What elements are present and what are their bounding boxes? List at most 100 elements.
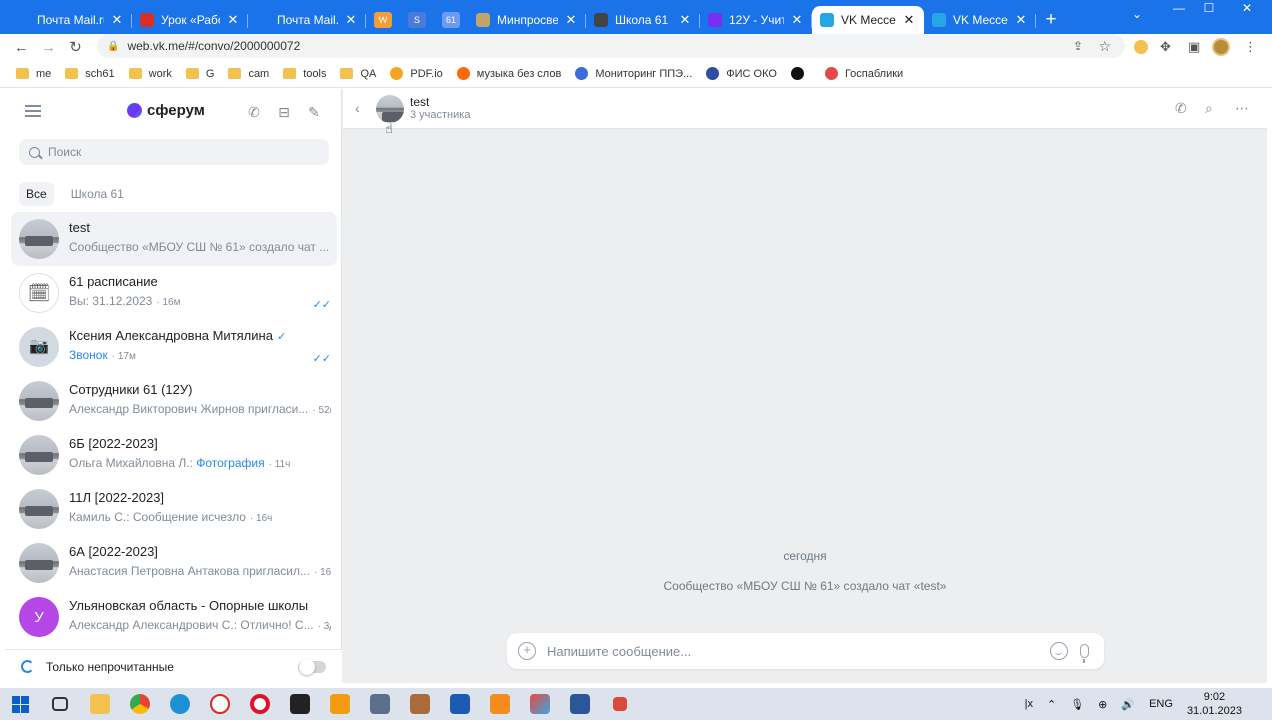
new-tab-button[interactable]: + [1036, 6, 1066, 34]
task-view-icon[interactable] [40, 688, 80, 720]
url-bar[interactable]: 🔒 web.vk.me/#/convo/2000000072 ⇪ ☆ [97, 34, 1125, 58]
close-tab-icon[interactable]: ✕ [902, 12, 916, 28]
call-icon[interactable]: ✆ [1175, 100, 1187, 117]
chat-item[interactable]: 📷 Ксения Александровна Митялина ✓ Звонок · 1… [11, 320, 337, 374]
chat-name-text: 61 расписание [69, 274, 158, 289]
tab-6[interactable]: Минпросвещ ✕ [468, 6, 586, 34]
bookmark-2[interactable]: work [128, 68, 172, 80]
tab-2[interactable]: Почта Mail.ru ✕ [248, 6, 366, 34]
message-input[interactable] [547, 636, 1050, 666]
add-call-icon[interactable]: ✆ [245, 103, 263, 121]
clock[interactable]: 9:02 31.01.2023 [1187, 690, 1242, 718]
conversation-avatar[interactable] [376, 95, 404, 123]
browser-menu-icon[interactable]: ⋮ [1244, 34, 1257, 60]
chat-item[interactable]: 11Л [2022-2023] Камиль С.: Сообщение исче… [11, 482, 337, 536]
tab-0[interactable]: Почта Mail.ru ✕ [8, 6, 132, 34]
side-panel-icon[interactable]: ▣ [1188, 34, 1200, 60]
emoji-icon[interactable] [1050, 642, 1068, 660]
language-indicator[interactable]: ENG [1149, 698, 1173, 710]
bookmark-6[interactable]: QA [340, 68, 376, 80]
reload-icon[interactable]: ↻ [62, 38, 89, 56]
maximize-button[interactable]: ☐ [1192, 0, 1226, 16]
search-icon[interactable]: ⌕ [1205, 100, 1213, 117]
network-icon[interactable]: ⊕ [1098, 698, 1107, 711]
conversation-title[interactable]: test [410, 95, 429, 109]
close-tab-icon[interactable]: ✕ [226, 12, 240, 28]
extension-badge-icon[interactable] [1134, 34, 1148, 60]
bookmark-5[interactable]: tools [283, 68, 326, 80]
tab-5[interactable]: 61 [434, 6, 468, 34]
tab-4[interactable]: S [400, 6, 434, 34]
bookmark-0[interactable]: me [16, 68, 51, 80]
edge-icon[interactable] [160, 688, 200, 720]
microphone-tray-icon[interactable]: 🎙 [1070, 698, 1084, 711]
tab-10[interactable]: VK Мессендж ✕ [924, 6, 1036, 34]
chrome-icon[interactable] [120, 688, 160, 720]
close-tab-icon[interactable]: ✕ [790, 12, 804, 28]
back-chevron-icon[interactable]: ‹ [355, 100, 360, 116]
volume-icon[interactable]: 🔊 [1121, 698, 1135, 711]
tab-search-icon[interactable]: ⌄ [1120, 6, 1154, 22]
more-icon[interactable]: ⋯ [1235, 100, 1249, 117]
tray-chevron-icon[interactable]: ⌃ [1047, 698, 1056, 711]
tool-icon[interactable] [400, 688, 440, 720]
bookmark-9[interactable]: Мониторинг ППЭ... [575, 67, 692, 80]
bookmark-12[interactable]: Госпаблики [824, 67, 903, 80]
close-tab-icon[interactable]: ✕ [110, 12, 124, 28]
back-icon[interactable]: ← [8, 39, 35, 56]
hamburger-menu-icon[interactable] [25, 105, 41, 117]
search-input[interactable]: Поиск [19, 139, 329, 165]
app-colorful-icon[interactable] [520, 688, 560, 720]
bookmark-10[interactable]: ФИС ОКО [706, 67, 777, 80]
share-icon[interactable]: ⇪ [1073, 39, 1083, 53]
bookmark-3[interactable]: G [185, 68, 214, 80]
chat-item[interactable]: test Сообщество «МБОУ СШ № 61» создало ча… [11, 212, 337, 266]
tab-9[interactable]: VK Мессендж ✕ [812, 6, 924, 34]
close-window-button[interactable]: ✕ [1230, 0, 1264, 16]
filter-school-61[interactable]: Школа 61 [64, 182, 131, 206]
close-tab-icon[interactable]: ✕ [564, 12, 578, 28]
attach-plus-icon[interactable]: + [518, 642, 536, 660]
terminal-icon[interactable] [280, 688, 320, 720]
chat-item[interactable]: 🗓 61 расписание Вы: 31.12.2023 · 16м ✓✓ [11, 266, 337, 320]
app-red-icon[interactable] [600, 688, 640, 720]
close-tab-icon[interactable]: ✕ [1014, 12, 1028, 28]
bookmark-11[interactable] [790, 67, 811, 80]
extensions-puzzle-icon[interactable]: ✥ [1160, 34, 1171, 60]
chat-item[interactable]: 6А [2022-2023] Анастасия Петровна Антаков… [11, 536, 337, 590]
bookmark-8[interactable]: музыка без слов [456, 67, 561, 80]
calculator-icon[interactable] [360, 688, 400, 720]
profile-avatar[interactable] [1212, 34, 1230, 60]
chat-item[interactable]: 6Б [2022-2023] Ольга Михайловна Л.: Фотог… [11, 428, 337, 482]
chat-item[interactable]: Сотрудники 61 (12У) Александр Викторович … [11, 374, 337, 428]
participants-count[interactable]: 3 участника [410, 109, 470, 121]
bookmark-7[interactable]: PDF.io [390, 67, 443, 80]
unread-only-row[interactable]: Только непрочитанные [5, 649, 342, 683]
tab-8[interactable]: 12У - Учител ✕ [700, 6, 812, 34]
bookmark-4[interactable]: cam [228, 68, 269, 80]
app-blue-icon[interactable] [440, 688, 480, 720]
yandex-browser-icon[interactable] [200, 688, 240, 720]
opera-icon[interactable] [240, 688, 280, 720]
tab-7[interactable]: Школа 61 г.У ✕ [586, 6, 700, 34]
app-orange-icon[interactable] [480, 688, 520, 720]
archive-icon[interactable]: ⊟ [275, 103, 293, 121]
filter-all[interactable]: Все [19, 182, 54, 206]
compose-icon[interactable]: ✎ [305, 103, 323, 121]
bookmark-1[interactable]: sch61 [65, 68, 115, 80]
bookmark-star-icon[interactable]: ☆ [1098, 38, 1111, 55]
close-tab-icon[interactable]: ✕ [678, 12, 692, 28]
unread-only-toggle[interactable] [298, 659, 326, 675]
forward-icon[interactable]: → [35, 39, 62, 56]
tab-3[interactable]: W [366, 6, 400, 34]
chat-item[interactable]: У Ульяновская область - Опорные школы Алек… [11, 590, 337, 644]
start-button[interactable] [0, 688, 40, 720]
word-icon[interactable] [560, 688, 600, 720]
sublime-icon[interactable] [320, 688, 360, 720]
file-explorer-icon[interactable] [80, 688, 120, 720]
tab-title: VK Мессендж [953, 13, 1008, 27]
tab-1[interactable]: Урок «Работ ✕ [132, 6, 248, 34]
close-tab-icon[interactable]: ✕ [344, 12, 358, 28]
minimize-button[interactable]: — [1162, 0, 1196, 16]
microphone-icon[interactable] [1080, 644, 1089, 663]
